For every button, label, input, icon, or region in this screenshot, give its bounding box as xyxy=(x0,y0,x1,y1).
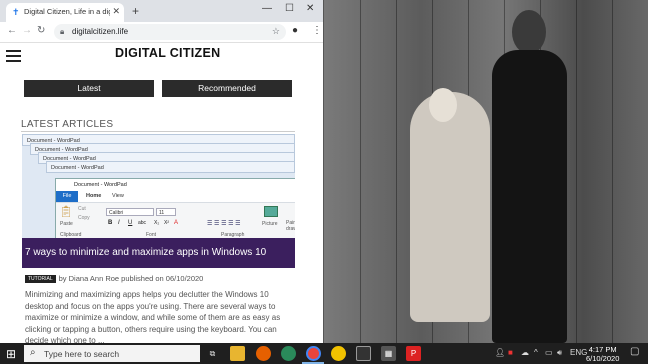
search-placeholder: Type here to search xyxy=(44,349,120,359)
web-page: DIGITAL CITIZEN Latest Recommended LATES… xyxy=(0,43,323,343)
windows-start-icon[interactable]: ⊞ xyxy=(6,347,16,361)
paste-icon: 📋︎ xyxy=(59,206,73,218)
stacked-window: Document - WordPad xyxy=(46,161,295,173)
forward-icon[interactable]: → xyxy=(22,25,32,36)
article-excerpt: Minimizing and maximizing apps helps you… xyxy=(25,290,281,343)
notifications-icon[interactable]: ▢ xyxy=(630,346,639,357)
close-window-icon[interactable]: ✕ xyxy=(306,3,314,14)
language-indicator[interactable]: ENG xyxy=(570,348,587,357)
volume-icon[interactable]: 🔊︎ xyxy=(557,348,562,358)
paint-label: Pain draw xyxy=(286,220,295,232)
article-byline: by Diana Ann Roe published on 06/10/2020 xyxy=(58,274,204,283)
article-thumbnail[interactable]: Document - WordPad Document - WordPad Do… xyxy=(22,134,295,238)
clock-date: 6/10/2020 xyxy=(586,354,620,363)
calculator-icon[interactable]: ▦ xyxy=(381,346,396,361)
task-view-icon[interactable]: ⧉ xyxy=(205,346,220,361)
search-icon: ⌕ xyxy=(30,347,36,358)
tray-app-icon[interactable]: ■ xyxy=(508,348,513,357)
standing-woman-body xyxy=(492,50,567,343)
bold-icon: B xyxy=(108,220,113,226)
section-divider xyxy=(21,131,295,132)
clock[interactable]: 4:17 PM 6/10/2020 xyxy=(586,345,619,363)
wordpad-window: Document - WordPad File Home View 📋︎ Pas… xyxy=(55,178,295,238)
site-logo[interactable]: DIGITAL CITIZEN xyxy=(115,46,220,60)
standing-woman xyxy=(512,10,546,54)
font-size-box: 11 xyxy=(156,208,176,216)
font-name-box: Calibri xyxy=(106,208,154,216)
subscript-icon: X₂ xyxy=(154,220,160,226)
firefox-icon[interactable] xyxy=(256,346,271,361)
url-text: digitalcitizen.life xyxy=(72,27,129,36)
terminal-icon[interactable] xyxy=(356,346,371,361)
article-meta: TUTORIAL by Diana Ann Roe published on 06… xyxy=(25,274,204,284)
copy-label: Copy xyxy=(78,215,90,221)
taskbar: ⊞ ⌕ Type here to search ⧉ ▦ P 👤︎ ■ ☁ ^ ▭… xyxy=(0,343,648,364)
tab-bar: ✝ Digital Citizen, Life in a digital w ✕… xyxy=(0,0,323,22)
people-icon[interactable]: 👤︎ xyxy=(495,348,505,357)
paste-label: Paste xyxy=(60,221,73,227)
tab-title: Digital Citizen, Life in a digital w xyxy=(24,7,110,16)
cut-label: Cut xyxy=(78,206,86,212)
wordpad-view-tab: View xyxy=(112,193,124,199)
article-tag-badge[interactable]: TUTORIAL xyxy=(25,275,56,284)
menu-icon[interactable]: ⋮ xyxy=(312,25,322,36)
strikethrough-icon: abc xyxy=(138,220,147,226)
align-icons: ☰ ☰ ☰ ☰ ☰ xyxy=(207,221,241,227)
chrome-icon[interactable] xyxy=(306,346,321,361)
browser-tab[interactable]: ✝ Digital Citizen, Life in a digital w ✕ xyxy=(6,3,124,22)
site-favicon-icon: ✝ xyxy=(12,7,20,17)
network-icon[interactable]: ▭ xyxy=(545,348,553,357)
picture-icon xyxy=(264,206,278,217)
new-tab-icon[interactable]: + xyxy=(132,4,139,18)
minimize-icon[interactable]: — xyxy=(262,3,272,14)
profile-icon[interactable]: ● xyxy=(292,25,298,36)
underline-icon: U xyxy=(128,220,133,226)
seated-woman xyxy=(429,88,457,122)
wordpad-file-tab: File xyxy=(56,191,78,202)
browser-toolbar: ← → ↻ 🔒︎ digitalcitizen.life ☆ ● ⋮ xyxy=(0,22,323,43)
clock-time: 4:17 PM xyxy=(588,345,617,354)
superscript-icon: X² xyxy=(164,220,169,226)
taskbar-search-box[interactable]: ⌕ Type here to search xyxy=(24,345,200,362)
address-bar[interactable]: 🔒︎ digitalcitizen.life ☆ xyxy=(54,24,286,40)
nav-recommended-button[interactable]: Recommended xyxy=(162,80,292,97)
maximize-icon[interactable]: ☐ xyxy=(285,3,294,14)
sticky-app-icon[interactable] xyxy=(331,346,346,361)
onedrive-icon[interactable]: ☁ xyxy=(521,348,529,357)
file-explorer-icon[interactable] xyxy=(230,346,245,361)
article-title-banner[interactable]: 7 ways to minimize and maximize apps in … xyxy=(22,238,295,268)
wordpad-ribbon: 📋︎ Paste Cut Copy Calibri 11 B I U abc X… xyxy=(56,202,295,238)
font-color-icon: A xyxy=(174,220,179,226)
seated-woman-body xyxy=(410,92,490,322)
section-title: LATEST ARTICLES xyxy=(21,119,114,130)
hamburger-menu-icon[interactable] xyxy=(6,47,21,65)
close-tab-icon[interactable]: ✕ xyxy=(112,6,120,17)
back-icon[interactable]: ← xyxy=(7,25,17,36)
picture-label: Picture xyxy=(262,221,278,227)
nav-latest-button[interactable]: Latest xyxy=(24,80,154,97)
wordpad-home-tab: Home xyxy=(86,193,102,199)
bookmark-star-icon[interactable]: ☆ xyxy=(272,26,280,37)
app-icon[interactable] xyxy=(281,346,296,361)
desktop-wallpaper xyxy=(324,0,648,343)
powerpoint-app-icon[interactable]: P xyxy=(406,346,421,361)
reload-icon[interactable]: ↻ xyxy=(37,25,45,36)
tray-chevron-icon[interactable]: ^ xyxy=(534,348,538,357)
article-title[interactable]: 7 ways to minimize and maximize apps in … xyxy=(25,247,266,258)
browser-window: ✝ Digital Citizen, Life in a digital w ✕… xyxy=(0,0,324,343)
italic-icon: I xyxy=(118,220,120,226)
wordpad-title: Document - WordPad xyxy=(56,179,295,191)
lock-icon: 🔒︎ xyxy=(60,27,65,36)
